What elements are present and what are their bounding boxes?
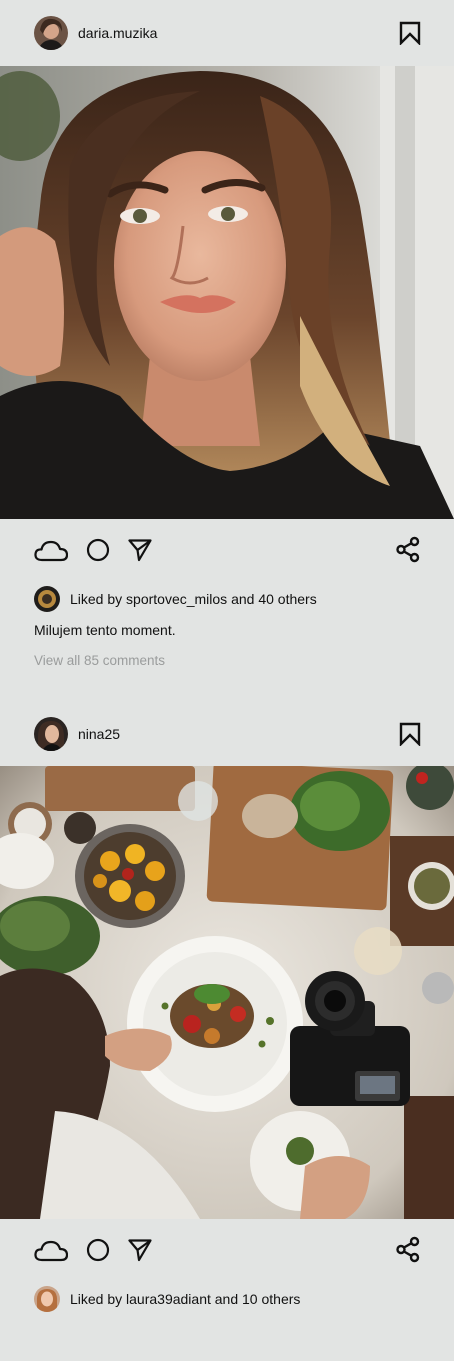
view-comments-link[interactable]: View all 85 comments xyxy=(0,641,454,675)
likes-summary[interactable]: Liked by laura39adiant and 10 others xyxy=(70,1291,300,1307)
cloud-icon[interactable] xyxy=(34,1238,69,1267)
likes-row: Liked by sportovec_milos and 40 others xyxy=(0,585,454,613)
username[interactable]: daria.muzika xyxy=(78,25,157,41)
username[interactable]: nina25 xyxy=(78,726,120,742)
post-caption: Milujem tento moment. xyxy=(34,622,176,638)
post-header: nina25 xyxy=(0,702,454,766)
feed: daria.muzika Liked by sportovec_milos an… xyxy=(0,0,454,1313)
liker-avatar[interactable] xyxy=(34,586,60,612)
bookmark-icon[interactable] xyxy=(399,722,421,747)
circle-icon[interactable] xyxy=(86,538,110,567)
post-actions xyxy=(0,1219,454,1285)
likes-summary[interactable]: Liked by sportovec_milos and 40 others xyxy=(70,591,317,607)
post: nina25 Liked by laura39adiant and 10 oth… xyxy=(0,702,454,1313)
post: daria.muzika Liked by sportovec_milos an… xyxy=(0,0,454,702)
post-divider xyxy=(0,675,454,702)
likes-row: Liked by laura39adiant and 10 others xyxy=(0,1285,454,1313)
share-icon[interactable] xyxy=(396,1236,420,1268)
cloud-icon[interactable] xyxy=(34,538,69,567)
post-header: daria.muzika xyxy=(0,0,454,66)
send-arrow-icon[interactable] xyxy=(128,538,152,567)
post-photo-portrait[interactable] xyxy=(0,66,454,519)
bookmark-icon[interactable] xyxy=(399,21,421,46)
post-photo-food[interactable] xyxy=(0,766,454,1219)
user-avatar[interactable] xyxy=(34,717,68,751)
circle-icon[interactable] xyxy=(86,1238,110,1267)
post-actions xyxy=(0,519,454,585)
user-avatar[interactable] xyxy=(34,16,68,50)
liker-avatar[interactable] xyxy=(34,1286,60,1312)
share-icon[interactable] xyxy=(396,536,420,568)
send-arrow-icon[interactable] xyxy=(128,1238,152,1267)
